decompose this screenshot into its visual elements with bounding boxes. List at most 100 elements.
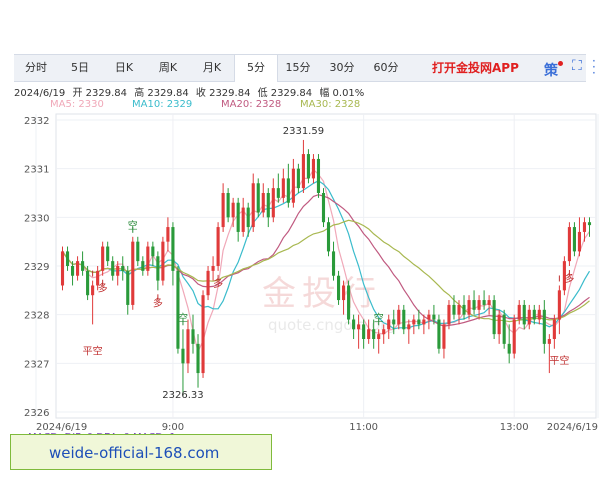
more-icon[interactable]: · · · [592,55,600,79]
candle-body [392,319,396,325]
candle-body [60,251,65,286]
info-open: 开 2329.84 [72,88,127,99]
candle-body [372,329,376,339]
candle-body [517,304,521,320]
signal-label: 空 [374,311,384,324]
candle-body [457,304,461,315]
period-tab-bar: 分时 5日 日K 周K 月K 5分 15分 30分 60分 打开金投网APP 策 ⛶ · · · [14,54,596,82]
tab-1[interactable]: 5日 [58,55,102,81]
candle-body [417,319,421,325]
candle-body [70,266,75,276]
candle-body [427,314,431,320]
ma5-label: MA5: 2330 [50,99,104,110]
tab-2[interactable]: 日K [102,55,146,81]
candle-body [422,319,426,325]
candle-body [121,266,125,271]
candle-body [101,246,105,271]
x-tick-label: 2024/6/19 [36,422,87,433]
info-low: 低 2329.84 [257,88,313,99]
promo-banner[interactable]: weide-official-168.com [10,434,272,470]
candle-body [96,270,100,286]
candle-body [151,246,155,257]
candle-body [261,193,265,213]
signal-label: 多 [98,282,108,295]
x-tick-label: 9:00 [162,422,184,433]
candle-body [562,261,566,291]
fullscreen-icon[interactable]: ⛶ [572,59,586,73]
y-tick-label: 2332 [24,116,49,127]
candle-body [342,285,346,301]
candle-body [65,251,70,266]
candle-body [542,309,546,344]
candle-body [442,324,446,349]
watermark-subtext: quote.cngold.org [268,316,396,334]
tab-8[interactable]: 60分 [364,55,408,81]
tab-0[interactable]: 分时 [14,55,58,81]
candle-body [271,188,275,218]
candle-body [136,241,140,262]
candle-body [171,227,175,271]
candle-body [357,324,361,330]
candle-body [412,319,416,325]
candle-body [216,227,220,266]
candle-body [306,154,310,179]
candle-body [547,339,551,344]
ma30-label: MA30: 2328 [300,99,361,110]
candle-body [437,319,441,349]
tab-6[interactable]: 15分 [276,55,320,81]
candle-body [326,222,331,252]
candle-body [141,261,145,271]
candle-body [336,275,341,301]
candle-body [146,246,150,271]
candle-body [331,251,336,276]
candle-body [577,231,582,252]
tab-3[interactable]: 周K [146,55,190,81]
open-app-link[interactable]: 打开金投网APP [432,55,519,81]
y-tick-label: 2327 [24,359,49,370]
candle-body [582,222,587,232]
candle-body [587,222,592,226]
high-annotation: 2331.59 [283,126,324,137]
candle-body [256,183,260,213]
candle-body [276,188,280,198]
ma10-line [62,180,591,330]
candle-body [467,300,471,315]
candle-body [156,256,160,281]
candle-body [166,227,170,242]
candle-body [191,329,195,344]
candle-body [387,319,391,330]
candle-body [281,178,285,198]
ohlc-info-line: 2024/6/19 开 2329.84 高 2329.84 收 2329.84 … [14,84,368,99]
ma20-line [62,194,590,327]
candle-body [557,290,561,320]
candle-body [176,270,180,349]
tab-4[interactable]: 月K [190,55,234,81]
y-tick-label: 2329 [24,262,49,273]
candle-body [81,261,85,271]
x-tick-label: 13:00 [500,422,529,433]
candle-body [226,193,230,218]
candle-body [522,304,526,325]
tab-5[interactable]: 5分 [234,55,278,82]
candle-body [482,300,486,305]
candle-body [241,207,245,232]
ma30-line [62,219,590,323]
x-tick-label: 2024/6/19 [547,422,598,433]
candle-body [402,309,406,330]
candle-body [487,300,491,305]
tab-7[interactable]: 30分 [320,55,364,81]
candle-body [502,314,506,344]
info-high: 高 2329.84 [134,88,189,99]
candle-body [186,329,190,364]
strategy-icon[interactable]: 策 [544,60,558,80]
candle-body [552,319,556,339]
candle-body [316,158,321,193]
candle-body [527,309,531,325]
info-amp: 幅 0.01% [319,88,365,99]
candle-body [111,261,115,276]
signal-label: 多 [213,277,223,290]
info-close: 收 2329.84 [195,88,251,99]
y-tick-label: 2330 [24,213,49,224]
candle-body [311,158,316,179]
candle-body [131,241,135,305]
